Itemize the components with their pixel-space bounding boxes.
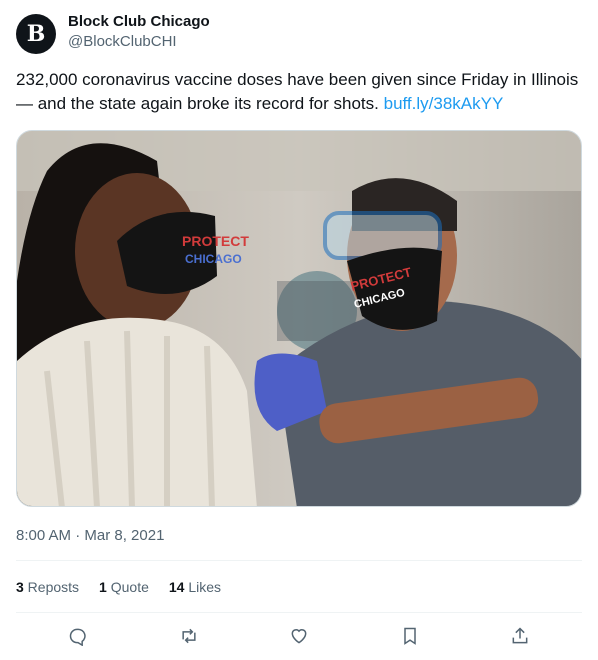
likes-count: 14	[168, 579, 185, 595]
handle[interactable]: @BlockClubCHI	[68, 32, 210, 52]
quotes-stat[interactable]: 1 Quote	[99, 577, 149, 597]
divider-top	[16, 560, 582, 561]
author-names: Block Club Chicago @BlockClubCHI	[68, 12, 210, 52]
bookmark-icon[interactable]	[396, 622, 424, 650]
reposts-stat[interactable]: 3 Reposts	[16, 577, 79, 597]
like-icon[interactable]	[285, 622, 313, 650]
display-name[interactable]: Block Club Chicago	[68, 12, 210, 32]
mask-text-left-1: PROTECT	[182, 233, 249, 249]
repost-icon[interactable]	[175, 622, 203, 650]
vaccine-photo: PROTECT CHICAGO PROTECT CHICAGO	[17, 131, 581, 506]
share-icon[interactable]	[506, 622, 534, 650]
reply-icon[interactable]	[64, 622, 92, 650]
tweet-card: B Block Club Chicago @BlockClubCHI 232,0…	[0, 0, 598, 660]
likes-label: Likes	[184, 579, 222, 595]
tweet-timestamp[interactable]: 8:00 AM · Mar 8, 2021	[16, 526, 164, 546]
avatar[interactable]: B	[16, 14, 56, 54]
tweet-link[interactable]: buff.ly/38kAkYY	[384, 94, 504, 113]
tweet-stats: 3 Reposts 1 Quote 14 Likes	[16, 577, 241, 597]
reposts-label: Reposts	[23, 579, 80, 595]
tweet-text: 232,000 coronavirus vaccine doses have b…	[16, 68, 582, 116]
reposts-count: 3	[16, 579, 24, 595]
quotes-label: Quote	[106, 579, 149, 595]
mask-text-left-2: CHICAGO	[185, 252, 242, 266]
likes-stat[interactable]: 14 Likes	[169, 577, 221, 597]
tweet-actions	[16, 622, 582, 650]
quotes-count: 1	[99, 579, 107, 595]
avatar-letter: B	[26, 21, 46, 47]
divider-bottom	[16, 612, 582, 613]
tweet-photo[interactable]: PROTECT CHICAGO PROTECT CHICAGO	[16, 130, 582, 507]
tweet-header: B Block Club Chicago @BlockClubCHI	[16, 12, 210, 54]
